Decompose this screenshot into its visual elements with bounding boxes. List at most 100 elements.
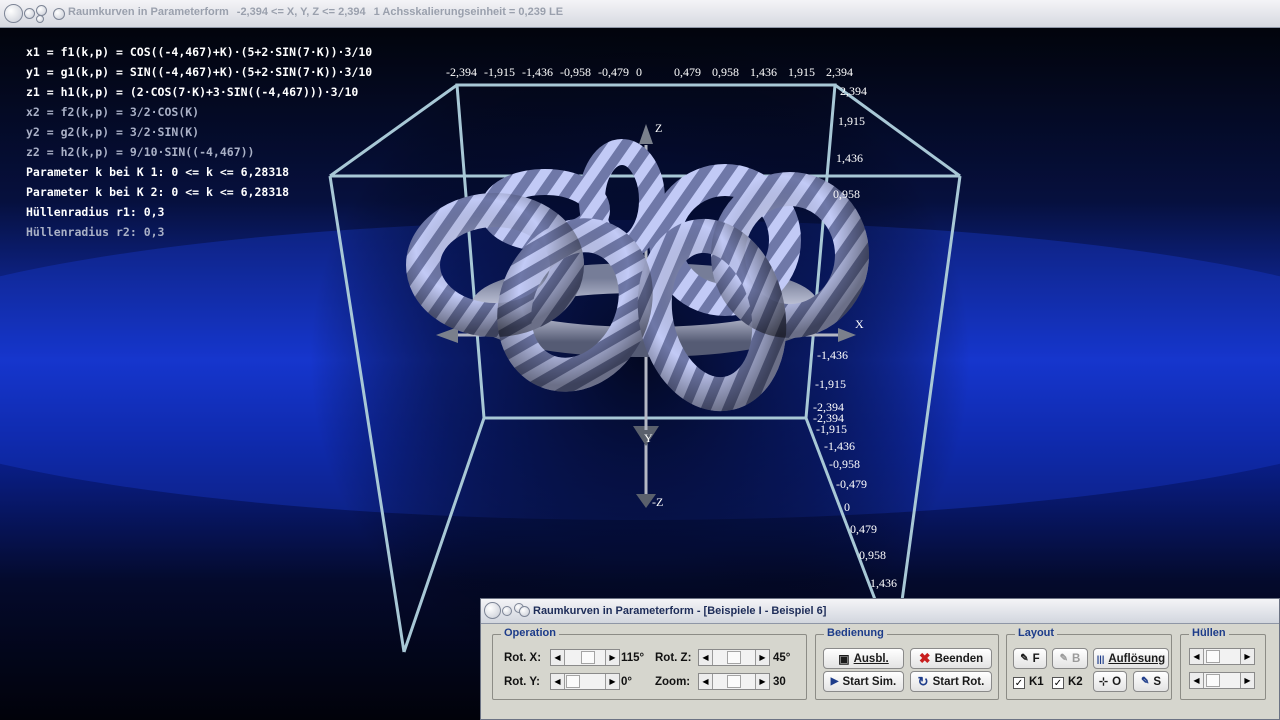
hull1-thumb[interactable] bbox=[1206, 650, 1220, 663]
rot-y-slider[interactable]: ◀ ▶ bbox=[550, 673, 620, 690]
start-simulation-label: Start Sim. bbox=[842, 675, 897, 688]
resolution-label: Auflösung bbox=[1108, 652, 1166, 665]
right-tick: 0,958 bbox=[833, 187, 860, 201]
k2-label: K2 bbox=[1068, 676, 1083, 688]
hide-button[interactable]: ▣ Ausbl. bbox=[823, 648, 904, 669]
rot-x-slider[interactable]: ◀ ▶ bbox=[550, 649, 620, 666]
panel-app-icon bbox=[519, 606, 530, 617]
lower-tick: -0,958 bbox=[829, 457, 860, 471]
hull-radius-r2: Hüllenradius r2: 0,3 bbox=[26, 225, 165, 239]
rot-y-thumb[interactable] bbox=[566, 675, 580, 688]
top-tick: -1,436 bbox=[522, 65, 553, 79]
app-icon bbox=[53, 8, 65, 20]
title-scale: 1 Achsskalierungseinheit = 0,239 LE bbox=[373, 6, 564, 18]
rot-z-thumb[interactable] bbox=[727, 651, 741, 664]
hull2-thumb[interactable] bbox=[1206, 674, 1220, 687]
control-panel-title-bar[interactable]: Raumkurven in Parameterform - [Beispiele… bbox=[481, 599, 1279, 624]
start-simulation-button[interactable]: ▶ Start Sim. bbox=[823, 671, 904, 692]
rot-x-decrease-arrow[interactable]: ◀ bbox=[551, 650, 565, 665]
color-b-label: B bbox=[1072, 652, 1081, 665]
top-tick: 0 bbox=[636, 65, 642, 79]
color-b-button[interactable]: ✎ B bbox=[1052, 648, 1088, 669]
hide-button-label: Ausbl. bbox=[853, 652, 889, 665]
hull-radius-r1: Hüllenradius r1: 0,3 bbox=[26, 205, 165, 219]
exit-button-label: Beenden bbox=[934, 652, 984, 665]
title-range: -2,394 <= X, Y, Z <= 2,394 bbox=[236, 6, 366, 18]
bedienung-group-title: Bedienung bbox=[824, 627, 887, 639]
lower-tick: -1,915 bbox=[816, 422, 847, 436]
k1-checkbox[interactable]: ✓ bbox=[1013, 677, 1025, 689]
brush-icon: ✎ bbox=[1020, 653, 1029, 664]
zoom-thumb[interactable] bbox=[727, 675, 741, 688]
hull2-decrease-arrow[interactable]: ◀ bbox=[1190, 673, 1204, 688]
hull2-slider[interactable]: ◀ ▶ bbox=[1189, 672, 1255, 689]
zoom-increase-arrow[interactable]: ▶ bbox=[755, 674, 769, 689]
layout-group-title: Layout bbox=[1015, 627, 1058, 639]
color-f-label: F bbox=[1032, 652, 1040, 665]
rot-y-decrease-arrow[interactable]: ◀ bbox=[551, 674, 565, 689]
close-icon: ✖ bbox=[918, 650, 931, 666]
hull1-decrease-arrow[interactable]: ◀ bbox=[1190, 649, 1204, 664]
color-f-button[interactable]: ✎ F bbox=[1013, 648, 1047, 669]
s-button[interactable]: ✎ S bbox=[1133, 671, 1169, 692]
lower-tick: 0,958 bbox=[859, 548, 886, 562]
rot-y-value: 0° bbox=[621, 676, 632, 688]
hull1-slider[interactable]: ◀ ▶ bbox=[1189, 648, 1255, 665]
exit-button[interactable]: ✖ Beenden bbox=[910, 648, 992, 669]
rot-x-increase-arrow[interactable]: ▶ bbox=[605, 650, 619, 665]
rot-z-slider[interactable]: ◀ ▶ bbox=[698, 649, 770, 666]
hull1-increase-arrow[interactable]: ▶ bbox=[1240, 649, 1254, 664]
rot-y-increase-arrow[interactable]: ▶ bbox=[605, 674, 619, 689]
s-label: S bbox=[1153, 675, 1162, 688]
origin-button[interactable]: ⊹ O bbox=[1093, 671, 1127, 692]
formula-y1: y1 = g1(k,p) = SIN((-4,467)+K)·(5+2·SIN(… bbox=[26, 65, 373, 79]
top-tick: -0,479 bbox=[598, 65, 629, 79]
layout-group: Layout ✎ F ✎ B ||| Auflösung ✓ K1 ✓ K2 ⊹ O ✎… bbox=[1006, 627, 1172, 700]
s-brush-icon: ✎ bbox=[1140, 676, 1150, 687]
parameter-k2: Parameter k bei K 2: 0 <= k <= 6,28318 bbox=[26, 185, 290, 199]
formula-x2: x2 = f2(k,p) = 3/2·COS(K) bbox=[26, 105, 200, 119]
rot-x-value: 115° bbox=[621, 652, 645, 664]
control-panel[interactable]: Raumkurven in Parameterform - [Beispiele… bbox=[480, 598, 1280, 720]
mid-tick: -1,436 bbox=[817, 348, 848, 362]
formula-z1: z1 = h1(k,p) = (2·COS(7·K)+3·SIN((-4,467… bbox=[26, 85, 359, 99]
panel-minimize-button[interactable] bbox=[502, 606, 512, 616]
crosshair-icon: ⊹ bbox=[1098, 676, 1109, 688]
brush-disabled-icon: ✎ bbox=[1059, 653, 1069, 664]
zoom-value: 30 bbox=[773, 676, 786, 688]
rot-y-label: Rot. Y: bbox=[504, 676, 540, 688]
right-tick: 1,436 bbox=[836, 151, 863, 165]
top-tick: 0,479 bbox=[674, 65, 701, 79]
play-icon: ▶ bbox=[830, 676, 839, 687]
zoom-slider[interactable]: ◀ ▶ bbox=[698, 673, 770, 690]
resolution-button[interactable]: ||| Auflösung bbox=[1093, 648, 1169, 669]
lower-tick: -0,479 bbox=[836, 477, 867, 491]
bedienung-group: Bedienung ▣ Ausbl. ✖ Beenden ▶ Start Sim. ↻… bbox=[815, 627, 999, 700]
x-axis-label: X bbox=[855, 317, 864, 331]
huellen-group: Hüllen ◀ ▶ ◀ ▶ bbox=[1180, 627, 1266, 700]
close-button[interactable] bbox=[36, 15, 44, 23]
operation-group-title: Operation bbox=[501, 627, 559, 639]
right-tick: 1,915 bbox=[838, 114, 865, 128]
panel-menu-button[interactable] bbox=[484, 602, 501, 619]
title-app-name: Raumkurven in Parameterform bbox=[68, 6, 229, 18]
rot-x-thumb[interactable] bbox=[581, 651, 595, 664]
main-title-bar[interactable]: Raumkurven in Parameterform -2,394 <= X, … bbox=[0, 0, 1280, 28]
parameter-k1: Parameter k bei K 1: 0 <= k <= 6,28318 bbox=[26, 165, 290, 179]
top-tick: 0,958 bbox=[712, 65, 739, 79]
zoom-decrease-arrow[interactable]: ◀ bbox=[699, 674, 713, 689]
control-panel-title: Raumkurven in Parameterform - [Beispiele… bbox=[533, 605, 827, 617]
operation-group: Operation Rot. X: ◀ ▶ 115° Rot. Z: ◀ ▶ 4… bbox=[492, 627, 807, 700]
k2-checkbox[interactable]: ✓ bbox=[1052, 677, 1064, 689]
minimize-button[interactable] bbox=[24, 8, 35, 19]
hide-icon: ▣ bbox=[838, 651, 850, 666]
z-axis-label: Z bbox=[655, 121, 663, 135]
hull2-increase-arrow[interactable]: ▶ bbox=[1240, 673, 1254, 688]
rot-z-increase-arrow[interactable]: ▶ bbox=[755, 650, 769, 665]
top-tick: 1,915 bbox=[788, 65, 815, 79]
formula-z2: z2 = h2(k,p) = 9/10·SIN((-4,467)) bbox=[26, 145, 255, 159]
rot-z-decrease-arrow[interactable]: ◀ bbox=[699, 650, 713, 665]
window-menu-button[interactable] bbox=[4, 4, 23, 23]
rot-z-label: Rot. Z: bbox=[655, 652, 692, 664]
start-rotation-button[interactable]: ↻ Start Rot. bbox=[910, 671, 992, 692]
